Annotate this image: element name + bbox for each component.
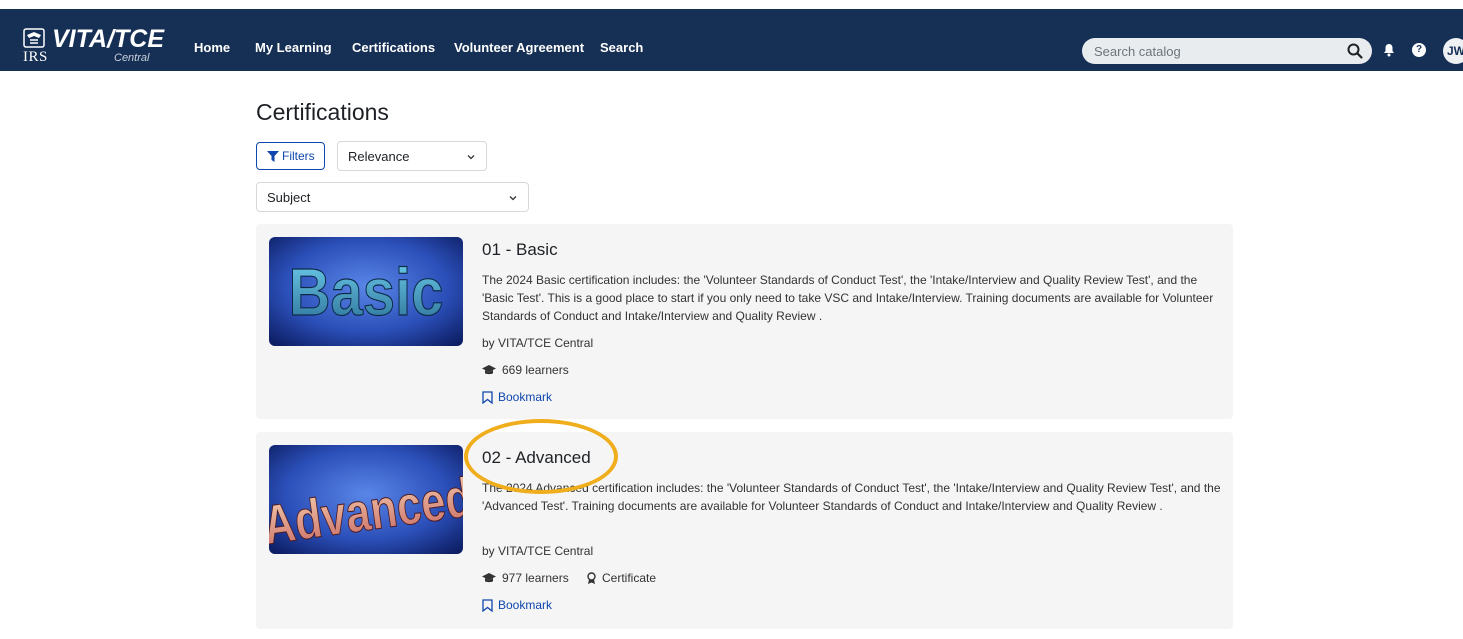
bookmark-label: Bookmark xyxy=(498,390,553,404)
bookmark-link[interactable]: Bookmark xyxy=(482,390,582,406)
certificate-ribbon-icon xyxy=(587,572,596,584)
bookmark-label: Bookmark xyxy=(498,598,553,612)
site-logo[interactable]: IRS VITA/TCE Central xyxy=(22,25,172,69)
course-meta: 977 learners Certificate xyxy=(482,571,732,587)
course-title[interactable]: 01 - Basic xyxy=(482,240,558,260)
course-author: by VITA/TCE Central xyxy=(482,336,594,350)
bookmark-icon xyxy=(482,599,493,612)
subject-select[interactable]: Subject xyxy=(256,182,529,212)
user-avatar[interactable]: JW xyxy=(1443,38,1463,64)
help-icon[interactable]: ? xyxy=(1412,43,1426,57)
nav-my-learning[interactable]: My Learning xyxy=(255,40,332,55)
nav-home[interactable]: Home xyxy=(194,40,230,55)
notifications-bell-icon[interactable] xyxy=(1382,43,1396,57)
catalog-search xyxy=(1082,38,1372,64)
course-author: by VITA/TCE Central xyxy=(482,544,594,558)
sort-select[interactable]: Relevance xyxy=(337,141,487,171)
course-description: The 2024 Advanced certification includes… xyxy=(482,481,1221,513)
course-thumbnail[interactable]: Advanced xyxy=(269,445,463,554)
brand-title: VITA/TCE xyxy=(52,25,165,53)
browser-top-strip xyxy=(0,0,1463,9)
basic-thumbnail-image: Basic xyxy=(269,237,463,346)
nav-search[interactable]: Search xyxy=(600,40,643,55)
course-description: The 2024 Basic certification includes: t… xyxy=(482,273,1214,323)
chevron-down-icon xyxy=(467,155,475,160)
irs-eagle-icon xyxy=(23,28,45,48)
irs-label: IRS xyxy=(23,49,48,65)
advanced-thumbnail-image: Advanced xyxy=(269,445,463,554)
search-input[interactable] xyxy=(1094,42,1324,60)
nav-volunteer-agreement[interactable]: Volunteer Agreement xyxy=(454,40,584,55)
page-title: Certifications xyxy=(256,99,389,125)
filters-label: Filters xyxy=(282,149,315,163)
nav-certifications[interactable]: Certifications xyxy=(352,40,435,55)
filter-funnel-icon xyxy=(267,151,279,162)
brand-subtitle: Central xyxy=(114,52,150,64)
course-card: Advanced 02 - Advanced The 2024 Advanced… xyxy=(256,432,1233,629)
graduation-cap-icon xyxy=(482,573,496,583)
course-card: Basic 01 - Basic The 2024 Basic certific… xyxy=(256,224,1233,419)
course-thumbnail[interactable]: Basic xyxy=(269,237,463,346)
certificate-label: Certificate xyxy=(602,571,657,585)
search-icon[interactable] xyxy=(1346,42,1364,60)
top-navbar: IRS VITA/TCE Central Home My Learning Ce… xyxy=(0,9,1463,71)
chevron-down-icon xyxy=(509,196,517,201)
course-title[interactable]: 02 - Advanced xyxy=(482,448,591,468)
subject-value: Subject xyxy=(267,190,311,205)
svg-text:Basic: Basic xyxy=(289,255,444,330)
filters-button[interactable]: Filters xyxy=(256,142,325,170)
bookmark-icon xyxy=(482,391,493,404)
bookmark-link[interactable]: Bookmark xyxy=(482,598,582,614)
sort-value: Relevance xyxy=(348,149,410,164)
learner-count: 669 learners xyxy=(502,363,569,377)
course-meta: 669 learners xyxy=(482,363,682,379)
learner-count: 977 learners xyxy=(502,571,569,585)
graduation-cap-icon xyxy=(482,365,496,375)
